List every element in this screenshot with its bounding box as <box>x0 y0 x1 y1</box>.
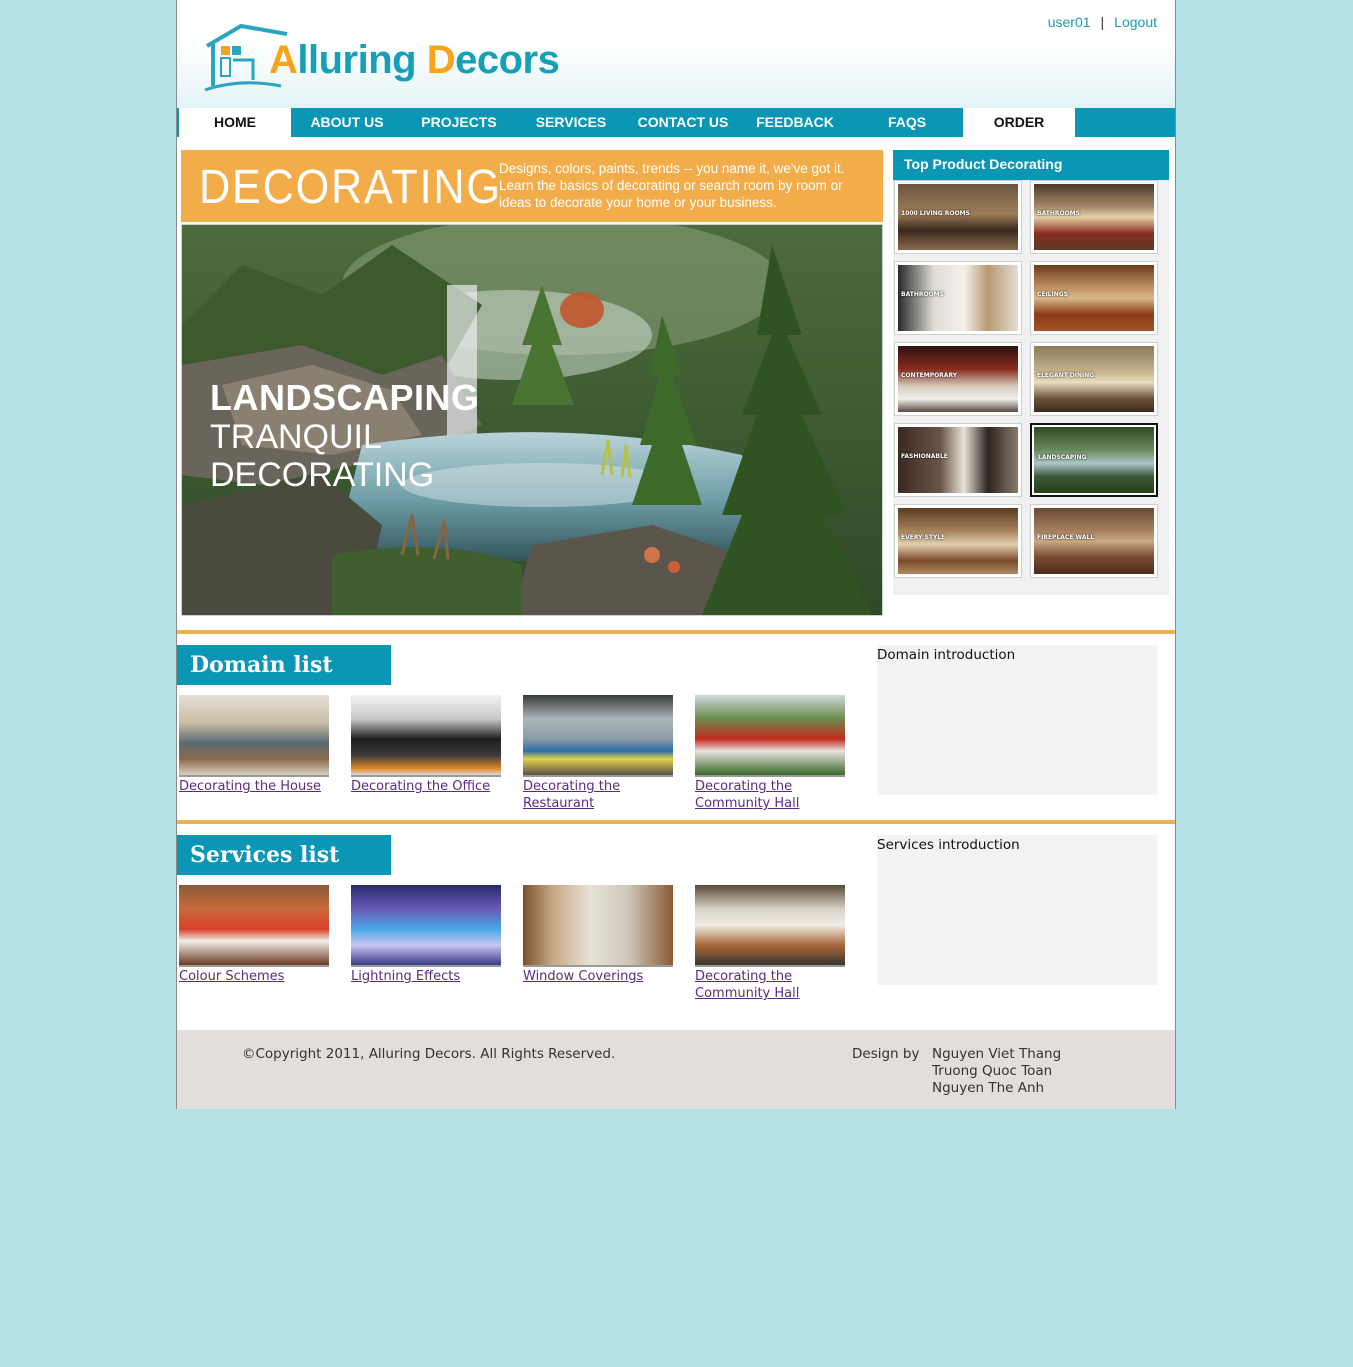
logo-letter-d: D <box>426 38 456 82</box>
product-thumb-label: Ceilings <box>1037 291 1069 298</box>
product-thumb-label: Fireplace wall <box>1037 534 1095 541</box>
service-photo-community-hall <box>695 885 845 967</box>
decorating-banner: DECORATING Designs, colors, paints, tren… <box>181 150 883 222</box>
service-card-community-hall: Decorating the Community Hall <box>695 885 845 1002</box>
service-link-window-coverings[interactable]: Window Coverings <box>523 968 673 985</box>
services-introduction-label: Services introduction <box>877 837 1020 853</box>
hero-caption-line3: DECORATING <box>210 456 435 494</box>
brand-logo-text[interactable]: Alluring Decors <box>269 38 560 82</box>
product-thumb-label: Bathrooms <box>901 291 944 298</box>
hero-caption: LANDSCAPING TRANQUIL DECORATING <box>210 377 480 494</box>
user-links: user01 | Logout <box>1048 14 1157 30</box>
design-by-label: Design by <box>852 1046 920 1062</box>
domain-link-community-hall[interactable]: Decorating the Community Hall <box>695 778 845 812</box>
section-divider <box>177 630 1175 634</box>
service-photo-colour-schemes <box>179 885 329 967</box>
hero-caption-line1: LANDSCAPING <box>210 377 480 418</box>
product-thumb-living-rooms[interactable]: 1000 living rooms <box>894 180 1022 254</box>
designer-list: Nguyen Viet Thang Truong Quoc Toan Nguye… <box>932 1046 1061 1097</box>
service-card-colour-schemes: Colour Schemes <box>179 885 329 985</box>
product-photo <box>898 346 1018 412</box>
product-thumb-label: Contemporary <box>901 372 958 379</box>
product-thumb-label: Elegant dining <box>1037 372 1095 379</box>
product-thumb-ceilings[interactable]: Ceilings <box>1030 261 1158 335</box>
domain-list-heading: Domain list <box>177 645 391 685</box>
domain-card-community-hall: Decorating the Community Hall <box>695 695 845 812</box>
domain-photo-restaurant <box>523 695 673 777</box>
domain-photo-community-hall <box>695 695 845 777</box>
top-products-panel: Top Product Decorating 1000 living rooms… <box>893 150 1169 595</box>
designer-name: Nguyen The Anh <box>932 1080 1045 1096</box>
product-photo <box>1034 184 1154 250</box>
domain-introduction-label: Domain introduction <box>877 647 1016 663</box>
logo-word-decors: ecors <box>455 38 560 82</box>
nav-feedback[interactable]: FEEDBACK <box>739 108 851 137</box>
main-nav: HOME ABOUT US PROJECTS SERVICES CONTACT … <box>177 108 1175 137</box>
services-introduction-box: Services introduction <box>877 835 1157 985</box>
product-thumb-bathrooms[interactable]: Bathrooms <box>1030 180 1158 254</box>
domain-card-restaurant: Decorating the Restaurant <box>523 695 673 812</box>
banner-title: DECORATING <box>199 161 502 214</box>
user-links-separator: | <box>1100 14 1105 30</box>
nav-projects[interactable]: PROJECTS <box>403 108 515 137</box>
hero-slideshow[interactable]: LANDSCAPING TRANQUIL DECORATING <box>181 224 883 616</box>
product-thumb-landscaping[interactable]: Landscaping <box>1030 423 1158 497</box>
product-thumb-bathrooms-vanity[interactable]: Bathrooms <box>894 261 1022 335</box>
domain-introduction-box: Domain introduction <box>877 645 1157 795</box>
service-link-colour-schemes[interactable]: Colour Schemes <box>179 968 329 985</box>
service-photo-lightning-effects <box>351 885 501 967</box>
domain-link-restaurant[interactable]: Decorating the Restaurant <box>523 778 673 812</box>
nav-home[interactable]: HOME <box>179 108 291 137</box>
designer-name: Nguyen Viet Thang <box>932 1046 1062 1062</box>
service-card-window-coverings: Window Coverings <box>523 885 673 985</box>
domain-photo-house <box>179 695 329 777</box>
nav-contact-us[interactable]: CONTACT US <box>627 108 739 137</box>
product-thumb-label: 1000 living rooms <box>901 210 970 217</box>
product-photo <box>898 184 1018 250</box>
product-photo <box>1034 346 1154 412</box>
banner-text: Designs, colors, paints, trends -- you n… <box>499 161 845 210</box>
service-card-lightning-effects: Lightning Effects <box>351 885 501 985</box>
logout-link[interactable]: Logout <box>1114 14 1157 30</box>
domain-card-office: Decorating the Office <box>351 695 501 795</box>
product-thumb-label: Bathrooms <box>1037 210 1080 217</box>
top-products-title: Top Product Decorating <box>893 150 1169 180</box>
copyright-text: ©Copyright 2011, Alluring Decors. All Ri… <box>242 1046 616 1062</box>
hero-caption-line2: TRANQUIL <box>210 418 382 456</box>
nav-order[interactable]: ORDER <box>963 108 1075 137</box>
product-thumb-every-style[interactable]: Every style <box>894 504 1022 578</box>
logo-word-alluring: lluring <box>297 38 427 82</box>
services-list-heading: Services list <box>177 835 391 875</box>
service-link-community-hall[interactable]: Decorating the Community Hall <box>695 968 845 1002</box>
site-footer: ©Copyright 2011, Alluring Decors. All Ri… <box>177 1030 1175 1109</box>
domain-link-house[interactable]: Decorating the House <box>179 778 329 795</box>
product-thumb-fashionable[interactable]: Fashionable <box>894 423 1022 497</box>
domain-card-house: Decorating the House <box>179 695 329 795</box>
product-thumb-label: Every style <box>901 534 946 541</box>
designer-name: Truong Quoc Toan <box>932 1063 1053 1079</box>
product-thumb-label: Landscaping <box>1038 454 1087 461</box>
product-photo <box>1034 265 1154 331</box>
logo-letter-a: A <box>269 38 298 82</box>
service-photo-window-coverings <box>523 885 673 967</box>
domain-photo-office <box>351 695 501 777</box>
nav-about-us[interactable]: ABOUT US <box>291 108 403 137</box>
product-thumb-elegant-dining[interactable]: Elegant dining <box>1030 342 1158 416</box>
page-container: Alluring Decors user01 | Logout HOME ABOUT… <box>176 0 1176 1109</box>
site-header: Alluring Decors user01 | Logout <box>177 0 1175 108</box>
nav-services[interactable]: SERVICES <box>515 108 627 137</box>
product-photo <box>898 508 1018 574</box>
domain-link-office[interactable]: Decorating the Office <box>351 778 501 795</box>
product-photo <box>898 265 1018 331</box>
username-link[interactable]: user01 <box>1048 14 1091 30</box>
product-thumb-contemporary[interactable]: Contemporary <box>894 342 1022 416</box>
service-link-lightning-effects[interactable]: Lightning Effects <box>351 968 501 985</box>
product-thumb-label: Fashionable <box>901 453 948 460</box>
nav-faqs[interactable]: FAQS <box>851 108 963 137</box>
product-photo <box>898 427 1018 493</box>
product-thumb-fireplace-wall[interactable]: Fireplace wall <box>1030 504 1158 578</box>
product-photo <box>1034 508 1154 574</box>
section-divider <box>177 820 1175 824</box>
